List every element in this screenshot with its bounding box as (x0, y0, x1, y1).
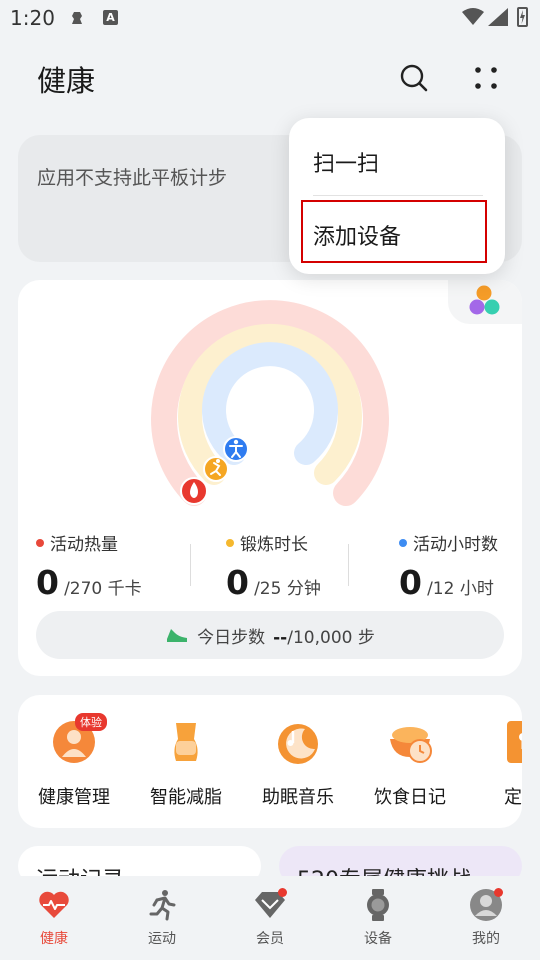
steps-value: -- (273, 627, 288, 648)
sleep-music-icon (275, 719, 321, 765)
activity-stats: 活动热量 0 /270 千卡 锻炼时长 0 /25 分钟 活动小时数 0 /12… (36, 530, 506, 602)
tab-member[interactable]: 会员 (230, 888, 310, 948)
tab-label: 我的 (472, 931, 500, 947)
exercise-dot (226, 538, 234, 547)
hours-dot (399, 538, 407, 547)
activity-rings (151, 300, 389, 506)
page-title: 健康 (37, 64, 96, 98)
watch-icon (361, 888, 395, 922)
stat-goal: /25 分钟 (254, 579, 321, 599)
status-bar: 1:20 A (0, 0, 540, 36)
service-label: 定制 (504, 787, 522, 808)
activity-rings-card[interactable]: 活动热量 0 /270 千卡 锻炼时长 0 /25 分钟 活动小时数 0 /12… (18, 280, 522, 676)
stat-calories: 活动热量 0 /270 千卡 (36, 530, 142, 602)
tab-label: 健康 (40, 931, 68, 947)
stat-label: 活动小时数 (413, 535, 498, 555)
steps-bar[interactable]: 今日步数 --/10,000 步 (36, 611, 504, 659)
menu-divider (313, 195, 483, 196)
avatar-icon (469, 888, 503, 922)
search-icon (400, 64, 428, 92)
tab-exercise[interactable]: 运动 (122, 888, 202, 948)
service-sleep-music[interactable]: 助眠音乐 (248, 719, 348, 809)
diet-diary-icon (387, 719, 433, 765)
divider (190, 544, 191, 586)
diamond-icon (253, 888, 287, 922)
stat-active-hours: 活动小时数 0 /12 小时 (399, 530, 498, 602)
divider (348, 544, 349, 586)
service-label: 饮食日记 (374, 787, 446, 808)
calories-dot (36, 538, 44, 547)
stat-value: 0 (399, 563, 422, 602)
service-body-fat[interactable]: 智能减脂 (136, 719, 236, 809)
stat-label: 锻炼时长 (240, 535, 308, 555)
wifi-icon (462, 8, 484, 30)
stat-value: 0 (36, 563, 59, 602)
custom-icon (499, 719, 522, 765)
calorie-marker-icon (180, 477, 208, 505)
service-label: 健康管理 (38, 787, 110, 808)
tab-health[interactable]: 健康 (14, 888, 94, 948)
search-button[interactable] (396, 60, 432, 96)
notification-dot (494, 888, 503, 897)
shoe-icon (167, 629, 188, 642)
tab-label: 会员 (256, 931, 284, 947)
service-diet-diary[interactable]: 饮食日记 (360, 719, 460, 809)
step-notice-text: 应用不支持此平板计步 (37, 167, 228, 189)
stand-marker-icon (223, 436, 249, 462)
battery-icon (517, 7, 528, 27)
service-health-manage[interactable]: 体验 健康管理 (24, 713, 124, 809)
service-label: 智能减脂 (150, 787, 222, 808)
tab-label: 设备 (364, 931, 392, 947)
steps-goal: /10,000 步 (287, 627, 375, 648)
menu-item-scan[interactable]: 扫一扫 (313, 146, 379, 178)
stat-value: 0 (226, 563, 249, 602)
more-dots-icon (475, 67, 497, 89)
service-custom[interactable]: 定制 (472, 719, 522, 809)
stat-exercise: 锻炼时长 0 /25 分钟 (226, 530, 321, 602)
more-button[interactable] (468, 60, 504, 96)
tab-device[interactable]: 设备 (338, 888, 418, 948)
stat-goal: /270 千卡 (64, 579, 142, 599)
app-notification-icon: A (103, 10, 118, 25)
signal-icon (488, 8, 508, 30)
trial-badge: 体验 (75, 713, 107, 731)
stat-goal: /12 小时 (427, 579, 494, 599)
notification-icon (70, 10, 84, 26)
highlight-box (301, 200, 487, 263)
running-icon (145, 888, 179, 922)
body-fat-icon (163, 719, 209, 765)
health-manage-icon: 体验 (51, 713, 107, 765)
service-label: 助眠音乐 (262, 787, 334, 808)
exercise-marker-icon (203, 456, 229, 482)
more-menu-popup: 扫一扫 添加设备 (289, 118, 505, 274)
color-circles-icon (469, 285, 500, 315)
status-time: 1:20 (10, 6, 55, 30)
steps-prefix: 今日步数 (197, 627, 266, 648)
services-card: 体验 健康管理 智能减脂 助眠音乐 饮食日记 定制 (18, 695, 522, 828)
tab-me[interactable]: 我的 (446, 888, 526, 948)
notification-dot (278, 888, 287, 897)
tab-label: 运动 (148, 931, 176, 947)
tab-bar: 健康 运动 会员 设备 我的 (0, 876, 540, 960)
rings-style-button[interactable] (448, 280, 522, 324)
heart-icon (37, 888, 71, 922)
stat-label: 活动热量 (50, 535, 118, 555)
